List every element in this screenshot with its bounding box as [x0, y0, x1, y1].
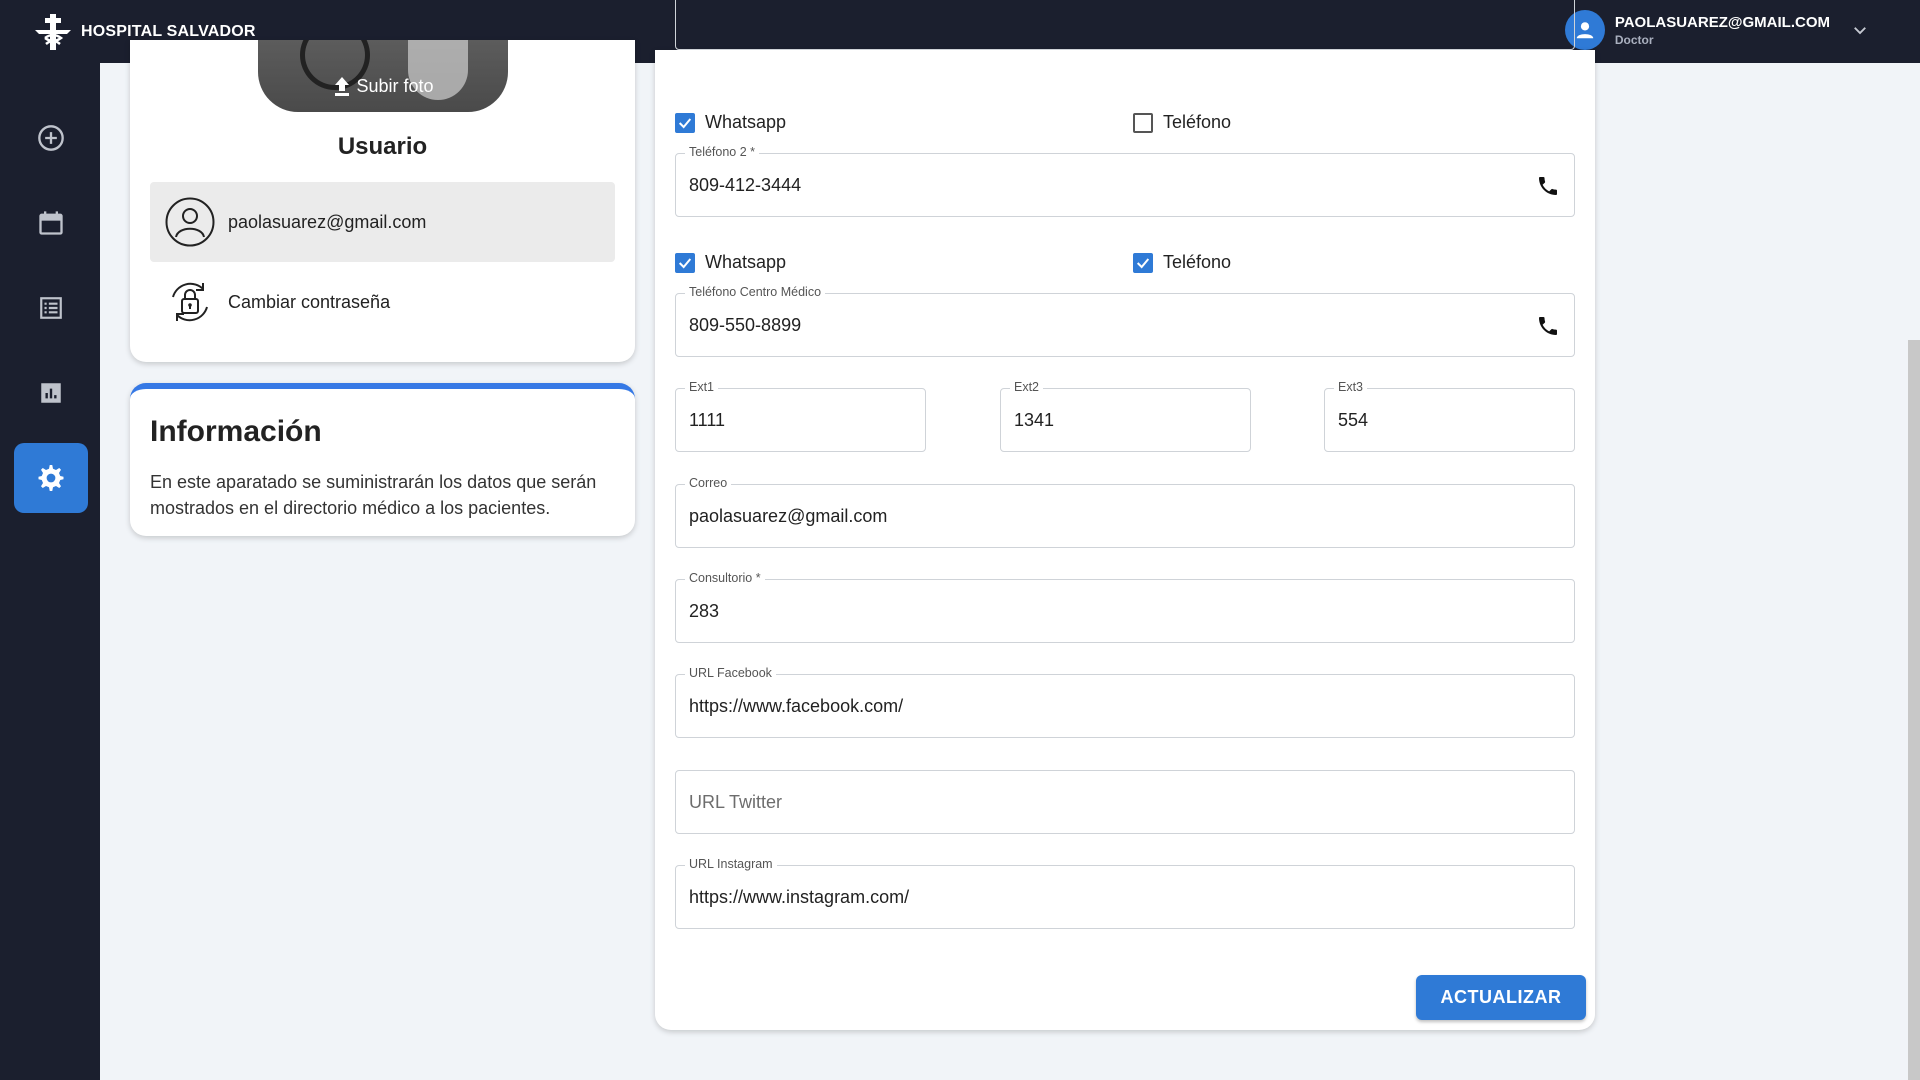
upload-photo-label: Subir foto	[356, 75, 434, 96]
ext3-field[interactable]: Ext3 554	[1324, 380, 1575, 452]
info-text: En este aparatado se suministrarán los d…	[150, 472, 597, 518]
user-role: Doctor	[1614, 32, 1654, 47]
telefono-checkbox-1[interactable]: Teléfono	[1133, 112, 1231, 133]
info-title: Información	[150, 415, 322, 448]
profile-name: Usuario	[337, 133, 428, 160]
facebook-url-field[interactable]: URL Facebook https://www.facebook.com/	[675, 666, 1575, 738]
checkbox-checked-icon[interactable]	[675, 252, 695, 273]
user-menu[interactable]: PAOLASUAREZ@GMAIL.COM Doctor	[1564, 10, 1870, 50]
twitter-url-placeholder[interactable]: URL Twitter	[689, 771, 782, 833]
correo-field[interactable]: Correo paolasuarez@gmail.com	[675, 476, 1575, 548]
menu-item-change-password[interactable]: Cambiar contraseña	[150, 262, 615, 342]
ext3-value[interactable]: 554	[1338, 389, 1368, 451]
upload-icon	[332, 75, 352, 97]
upload-photo-button[interactable]: Subir foto	[258, 75, 508, 97]
telefono-checkbox-2[interactable]: Teléfono	[1133, 252, 1231, 273]
whatsapp-label-2: Whatsapp	[705, 252, 787, 272]
sidebar-item-list[interactable]	[14, 273, 88, 343]
phone-icon	[1536, 314, 1560, 338]
plus-circle-icon	[38, 125, 64, 151]
checkbox-checked-icon[interactable]	[1133, 252, 1153, 273]
lock-refresh-icon	[164, 276, 216, 328]
person-icon	[1576, 22, 1594, 39]
calendar-icon	[39, 211, 63, 235]
list-icon	[40, 297, 62, 319]
correo-value[interactable]: paolasuarez@gmail.com	[689, 485, 887, 547]
hospital-logo-icon	[30, 9, 76, 55]
checkbox-checked-icon[interactable]	[675, 112, 695, 133]
sidebar-item-settings[interactable]	[14, 443, 88, 513]
info-card: Información En este aparatado se suminis…	[130, 383, 635, 536]
sidebar-item-calendar[interactable]	[14, 188, 88, 258]
profile-card: Subir foto Usuario paolasuarez@gmail.com…	[130, 40, 635, 362]
telefono-centro-field[interactable]: Teléfono Centro Médico 809-550-8899	[675, 285, 1575, 357]
whatsapp-label-1: Whatsapp	[705, 112, 787, 132]
telefono2-value[interactable]: 809-412-3444	[689, 154, 801, 216]
update-button[interactable]: ACTUALIZAR	[1416, 975, 1586, 1020]
instagram-url-field[interactable]: URL Instagram https://www.instagram.com/	[675, 857, 1575, 929]
ext1-value[interactable]: 1111	[689, 389, 725, 451]
consultorio-value[interactable]: 283	[689, 580, 719, 642]
ext1-field[interactable]: Ext1 1111	[675, 380, 926, 452]
scrollbar[interactable]	[1908, 340, 1920, 1080]
user-email: PAOLASUAREZ@GMAIL.COM	[1614, 13, 1830, 31]
telefono-centro-value[interactable]: 809-550-8899	[689, 294, 801, 356]
previous-field[interactable]	[675, 0, 1575, 50]
facebook-url-value[interactable]: https://www.facebook.com/	[689, 675, 903, 737]
whatsapp-checkbox-2[interactable]: Whatsapp	[675, 252, 786, 273]
menu-item-email-label: paolasuarez@gmail.com	[228, 211, 427, 232]
contact-form-card: Whatsapp Teléfono Teléfono 2 * 809-412-3…	[655, 0, 1595, 1030]
ext2-field[interactable]: Ext2 1341	[1000, 380, 1251, 452]
sidebar-item-add[interactable]	[14, 103, 88, 173]
gear-icon	[38, 465, 64, 491]
checkbox-unchecked-icon[interactable]	[1133, 112, 1153, 133]
telefono-label-2: Teléfono	[1163, 252, 1232, 272]
user-info: PAOLASUAREZ@GMAIL.COM Doctor	[1615, 14, 1830, 47]
consultorio-field[interactable]: Consultorio * 283	[675, 571, 1575, 643]
ext2-value[interactable]: 1341	[1014, 389, 1054, 451]
chart-icon	[41, 383, 61, 403]
brand-name: HOSPITAL SALVADOR	[81, 22, 256, 40]
whatsapp-checkbox-1[interactable]: Whatsapp	[675, 112, 786, 133]
user-icon	[164, 196, 216, 248]
sidebar-item-reports[interactable]	[14, 358, 88, 428]
sidebar	[0, 63, 100, 1080]
telefono-label-1: Teléfono	[1163, 112, 1232, 132]
chevron-down-icon[interactable]	[1850, 20, 1870, 40]
phone-icon	[1536, 174, 1560, 198]
menu-item-email[interactable]: paolasuarez@gmail.com	[150, 182, 615, 262]
twitter-url-field[interactable]: URL Twitter	[675, 770, 1575, 834]
menu-item-change-password-label: Cambiar contraseña	[228, 291, 391, 312]
telefono2-field[interactable]: Teléfono 2 * 809-412-3444	[675, 145, 1575, 217]
profile-photo[interactable]: Subir foto	[258, 40, 508, 112]
instagram-url-value[interactable]: https://www.instagram.com/	[689, 866, 909, 928]
